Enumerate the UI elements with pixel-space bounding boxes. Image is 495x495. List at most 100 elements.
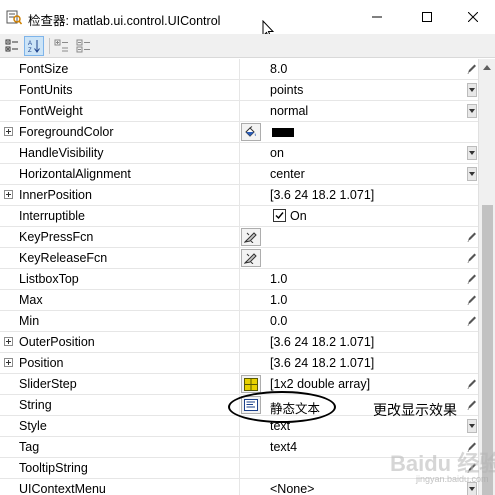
property-row-fontsize[interactable]: FontSize 8.0 (0, 59, 478, 80)
pencil-icon[interactable] (466, 231, 477, 243)
expand-all-button[interactable] (52, 36, 72, 56)
column-divider (239, 479, 240, 495)
property-name: KeyPressFcn (19, 230, 94, 244)
color-swatch[interactable] (272, 128, 294, 137)
property-value[interactable]: text4 (270, 440, 297, 454)
dropdown-arrow-icon[interactable] (467, 104, 477, 118)
property-name: SliderStep (19, 377, 77, 391)
property-row-uicontextmenu[interactable]: UIContextMenu <None> (0, 479, 478, 495)
scroll-up-arrow-icon[interactable] (479, 59, 495, 76)
interruptible-checkbox[interactable] (273, 209, 286, 222)
property-name: FontSize (19, 62, 69, 76)
property-row-max[interactable]: Max 1.0 (0, 290, 478, 311)
array-editor-button[interactable] (241, 375, 261, 393)
property-row-foregroundcolor[interactable]: ForegroundColor (0, 122, 478, 143)
column-divider (239, 227, 240, 248)
property-name: Interruptible (19, 209, 86, 223)
property-row-fontweight[interactable]: FontWeight normal (0, 101, 478, 122)
property-value[interactable]: center (270, 167, 305, 181)
annotation-text: 更改显示效果 (373, 402, 457, 418)
property-value[interactable]: normal (270, 104, 308, 118)
property-row-handlevisibility[interactable]: HandleVisibility on (0, 143, 478, 164)
property-value[interactable]: points (270, 83, 303, 97)
column-divider (239, 353, 240, 374)
property-name: Tag (19, 440, 40, 454)
property-name: UIContextMenu (19, 482, 106, 495)
property-row-keyreleasefcn[interactable]: KeyReleaseFcn (0, 248, 478, 269)
property-value[interactable]: 8.0 (270, 62, 287, 76)
dropdown-arrow-icon[interactable] (467, 146, 477, 160)
column-divider (239, 269, 240, 290)
color-picker-button[interactable] (241, 123, 261, 141)
property-value[interactable]: 1.0 (270, 272, 287, 286)
pencil-icon[interactable] (466, 315, 477, 327)
vertical-scrollbar[interactable] (478, 59, 495, 495)
callback-icon (244, 253, 257, 264)
column-divider (239, 374, 240, 395)
property-value[interactable]: 1.0 (270, 293, 287, 307)
pencil-icon[interactable] (466, 378, 477, 390)
alphabetical-sort-icon: A Z (28, 40, 40, 53)
pencil-icon[interactable] (466, 252, 477, 264)
property-name: OuterPosition (19, 335, 95, 349)
checkmark-icon (275, 212, 284, 220)
svg-text:A: A (28, 41, 32, 47)
alphabetical-sort-button[interactable]: A Z (24, 36, 44, 56)
pencil-icon[interactable] (466, 63, 477, 75)
property-row-fontunits[interactable]: FontUnits points (0, 80, 478, 101)
property-value[interactable]: [3.6 24 18.2 1.071] (270, 335, 374, 349)
dropdown-arrow-icon[interactable] (467, 419, 477, 433)
property-row-horizontalalignment[interactable]: HorizontalAlignment center (0, 164, 478, 185)
callback-editor-button[interactable] (241, 228, 261, 246)
close-icon (468, 12, 478, 22)
property-value[interactable]: [3.6 24 18.2 1.071] (270, 356, 374, 370)
column-divider (239, 416, 240, 437)
dropdown-arrow-icon[interactable] (467, 167, 477, 181)
property-name: FontWeight (19, 104, 83, 118)
toolbar-separator (49, 38, 50, 54)
categorized-view-button[interactable] (2, 36, 22, 56)
property-value[interactable]: 0.0 (270, 314, 287, 328)
inspector-toolbar: A Z (0, 34, 495, 58)
watermark-url: jingyan.baidu.com (416, 474, 489, 484)
expand-icon[interactable] (4, 127, 13, 136)
pencil-icon[interactable] (466, 399, 477, 411)
property-name: Max (19, 293, 43, 307)
collapse-all-icon (76, 39, 90, 53)
collapse-all-button[interactable] (74, 36, 94, 56)
property-name: HorizontalAlignment (19, 167, 131, 181)
property-row-keypressfcn[interactable]: KeyPressFcn (0, 227, 478, 248)
pencil-icon[interactable] (466, 294, 477, 306)
property-name: ListboxTop (19, 272, 79, 286)
minimize-icon (372, 16, 382, 18)
property-row-position[interactable]: Position [3.6 24 18.2 1.071] (0, 353, 478, 374)
expand-icon[interactable] (4, 337, 13, 346)
pencil-icon[interactable] (466, 273, 477, 285)
expand-icon[interactable] (4, 358, 13, 367)
property-value[interactable]: [1x2 double array] (270, 377, 370, 391)
property-value[interactable]: <None> (270, 482, 314, 495)
column-divider (239, 437, 240, 458)
property-row-sliderstep[interactable]: SliderStep [1x2 double array] (0, 374, 478, 395)
maximize-button[interactable] (404, 0, 450, 34)
callback-editor-button[interactable] (241, 249, 261, 267)
property-row-interruptible[interactable]: Interruptible On (0, 206, 478, 227)
column-divider (239, 164, 240, 185)
property-value[interactable]: [3.6 24 18.2 1.071] (270, 188, 374, 202)
property-row-innerposition[interactable]: InnerPosition [3.6 24 18.2 1.071] (0, 185, 478, 206)
property-name: HandleVisibility (19, 146, 104, 160)
minimize-button[interactable] (354, 0, 400, 34)
column-divider (239, 185, 240, 206)
property-row-min[interactable]: Min 0.0 (0, 311, 478, 332)
property-value[interactable]: on (270, 146, 284, 160)
property-row-outerposition[interactable]: OuterPosition [3.6 24 18.2 1.071] (0, 332, 478, 353)
column-divider (239, 80, 240, 101)
dropdown-arrow-icon[interactable] (467, 83, 477, 97)
property-row-listboxtop[interactable]: ListboxTop 1.0 (0, 269, 478, 290)
column-divider (239, 101, 240, 122)
property-name: Style (19, 419, 47, 433)
column-divider (239, 458, 240, 479)
property-value: On (290, 209, 307, 223)
expand-icon[interactable] (4, 190, 13, 199)
close-button[interactable] (450, 0, 495, 34)
